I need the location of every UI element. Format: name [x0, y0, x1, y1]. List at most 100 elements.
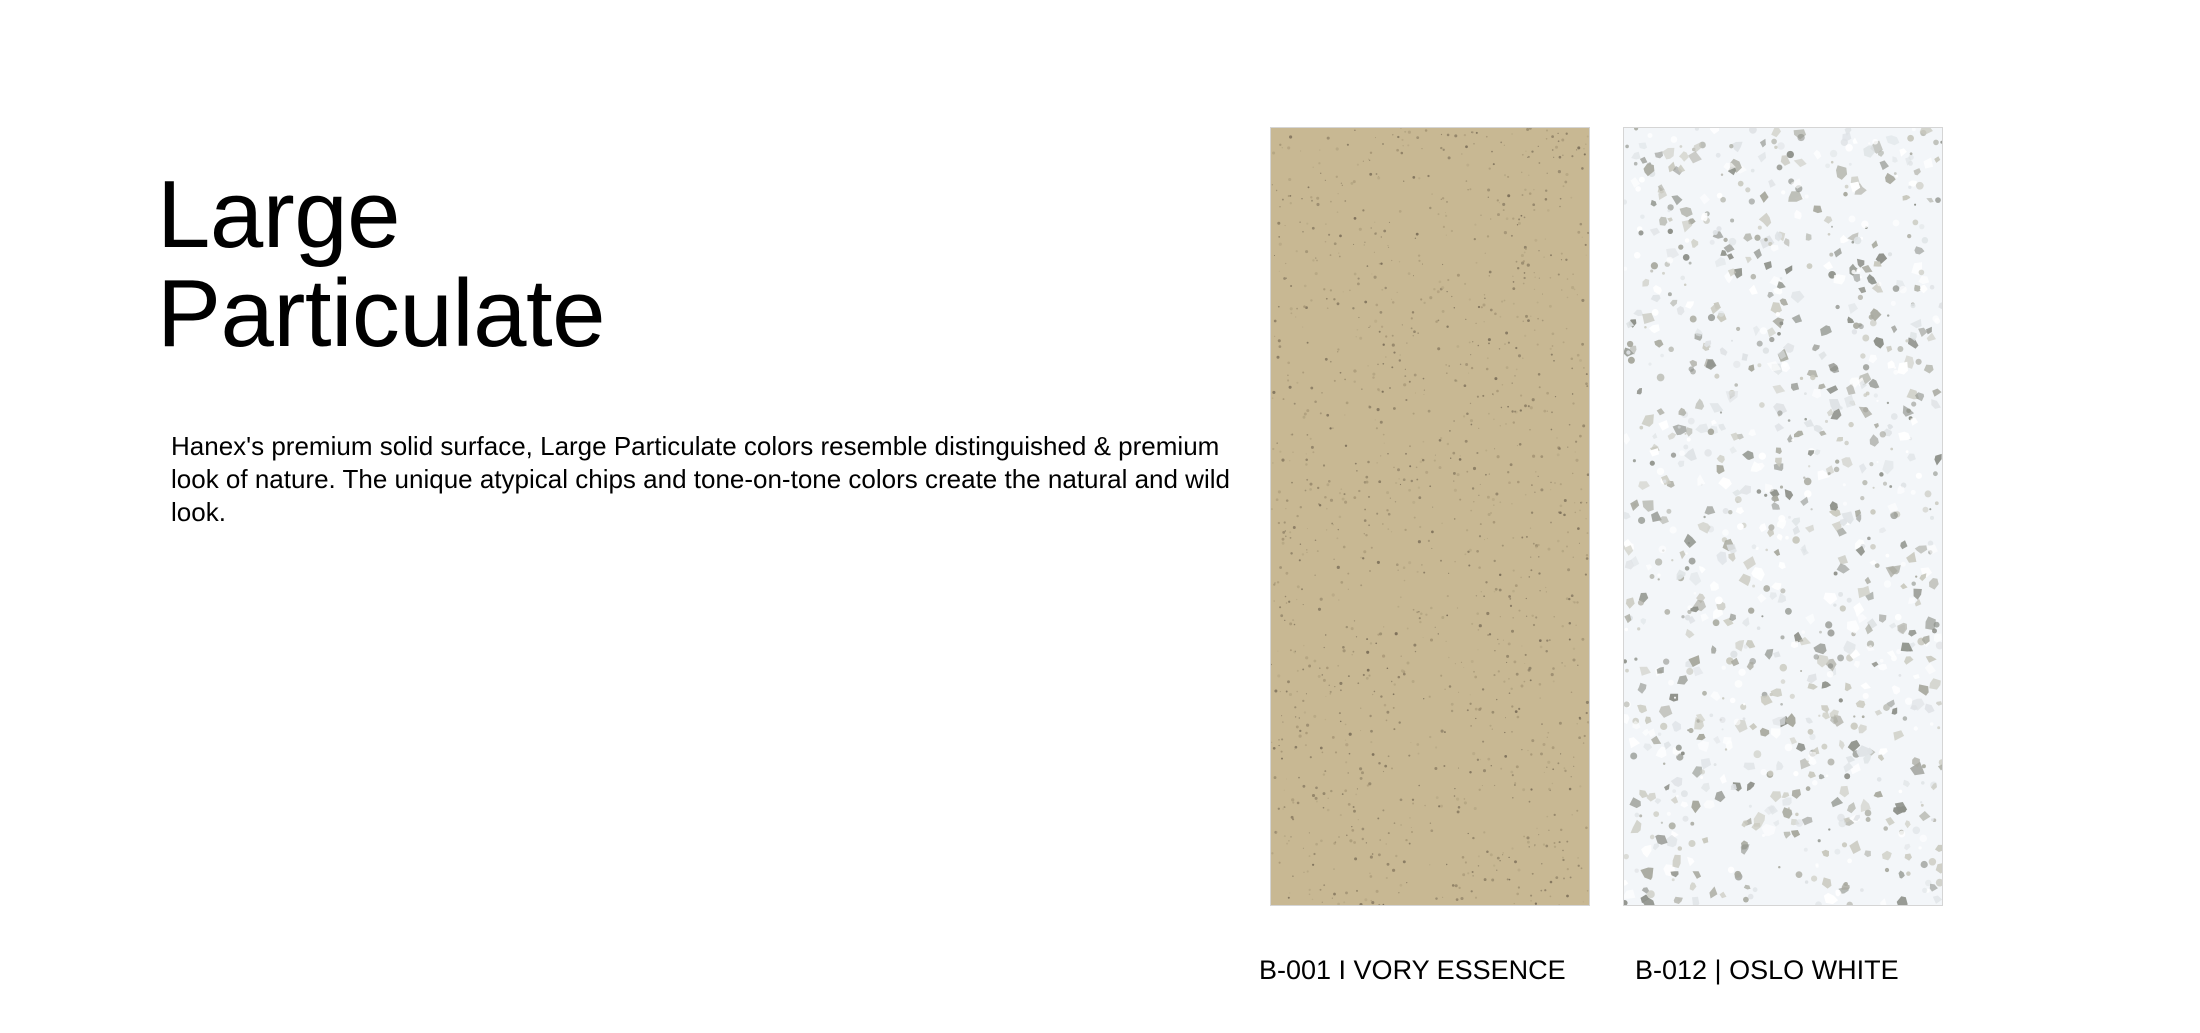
swatch-speck: [1748, 607, 1755, 614]
swatch-speck: [1574, 502, 1576, 504]
swatch-speck: [1278, 744, 1280, 747]
swatch-speck: [1922, 506, 1929, 513]
swatch-speck: [1385, 876, 1388, 880]
swatch-speck: [1500, 767, 1503, 770]
swatch-speck: [1397, 135, 1400, 139]
swatch-speck: [1314, 539, 1317, 542]
swatch-speck: [1393, 407, 1396, 410]
swatch-speck: [1472, 875, 1474, 877]
swatch-speck: [1524, 247, 1527, 250]
swatch-speck: [1391, 301, 1395, 304]
swatch-speck: [1521, 536, 1524, 539]
swatch-speck: [1433, 459, 1436, 462]
swatch-speck: [1430, 606, 1433, 610]
swatch-speck: [1429, 822, 1432, 824]
swatch-speck: [1502, 852, 1504, 854]
swatch-speck: [1418, 259, 1421, 262]
swatch-speck: [1446, 291, 1448, 293]
swatch-speck: [1657, 573, 1661, 577]
swatch-speck: [1534, 491, 1536, 493]
swatch-speck: [1654, 558, 1663, 566]
swatch-speck: [1309, 482, 1313, 486]
swatch-speck: [1756, 340, 1763, 347]
swatch-speck: [1371, 853, 1374, 855]
swatch-speck: [1289, 649, 1292, 652]
swatch-speck: [1291, 798, 1295, 802]
swatch-speck: [1427, 174, 1430, 178]
swatch-speck: [1393, 728, 1396, 731]
swatch-speck: [1471, 871, 1474, 873]
swatch-speck: [1553, 156, 1555, 158]
swatch-speck: [1760, 768, 1767, 776]
swatch-speck: [1633, 161, 1638, 166]
swatch-speck: [1386, 862, 1390, 866]
swatch-speck: [1328, 480, 1331, 483]
swatch-speck: [1275, 498, 1279, 502]
swatch-speck: [1379, 311, 1383, 314]
swatch-speck: [1418, 617, 1421, 620]
swatch-speck: [1319, 597, 1323, 601]
swatch-speck: [1502, 854, 1504, 856]
swatch-speck: [1660, 353, 1664, 358]
swatch-speck: [1344, 789, 1348, 793]
swatch-speck: [1777, 331, 1781, 336]
swatch-speck: [1435, 746, 1438, 749]
swatch-speck: [1834, 848, 1841, 855]
swatch-speck: [1544, 238, 1546, 240]
swatch-speck: [1277, 305, 1280, 308]
swatch-speck: [1549, 277, 1552, 279]
swatch-speck: [1362, 209, 1365, 212]
swatch-speck: [1340, 182, 1343, 184]
swatch-speck: [1453, 795, 1456, 797]
swatch-speck: [1826, 670, 1834, 678]
swatch-speck: [1528, 576, 1531, 578]
swatch-speck: [1562, 154, 1564, 156]
swatch-speck: [1528, 846, 1530, 848]
swatch-speck: [1748, 804, 1752, 808]
swatch-speck: [1350, 627, 1354, 631]
swatch-speck: [1879, 431, 1886, 438]
swatch-speck: [1736, 500, 1739, 504]
swatch-speck: [1851, 240, 1855, 244]
swatch-speck: [1398, 261, 1401, 263]
swatch-speck: [1768, 524, 1775, 531]
swatch-speck: [1463, 384, 1467, 388]
swatch-speck: [1422, 377, 1425, 380]
swatch-speck: [1316, 202, 1320, 207]
swatch-speck: [1472, 466, 1477, 471]
swatch-speck: [1579, 222, 1583, 226]
swatch-speck: [1667, 209, 1671, 213]
swatch-speck: [1404, 368, 1406, 370]
swatch-speck: [1663, 658, 1670, 665]
swatch-speck: [1454, 884, 1458, 888]
swatch-speck: [1757, 225, 1762, 230]
swatch-speck: [1827, 472, 1831, 475]
swatch-speck: [1380, 262, 1383, 265]
swatch-speck: [1484, 297, 1486, 299]
swatch-speck: [1709, 713, 1714, 718]
swatch-speck: [1533, 188, 1535, 191]
swatch-speck: [1329, 427, 1332, 430]
swatch-speck: [1470, 423, 1473, 426]
swatch-speck: [1576, 723, 1578, 725]
swatch-speck: [1421, 564, 1423, 566]
swatch-speck: [1487, 338, 1491, 342]
swatch-speck: [1294, 716, 1297, 718]
swatch-speck: [1530, 569, 1533, 572]
swatch-speck: [1477, 865, 1480, 867]
swatch-speck: [1660, 722, 1668, 731]
swatch-speck: [1412, 500, 1416, 504]
swatch-speck: [1404, 130, 1407, 133]
swatch-speck: [1336, 302, 1340, 306]
swatch-speck: [1860, 888, 1864, 892]
swatch-speck: [1408, 754, 1411, 757]
swatch-speck: [1856, 268, 1861, 273]
swatch-speck: [1356, 328, 1359, 331]
swatch-speck: [1563, 499, 1567, 502]
swatch-speck: [1577, 664, 1579, 667]
swatch-speck: [1815, 863, 1819, 867]
swatch-speck: [1273, 335, 1276, 338]
swatch-speck: [1305, 693, 1307, 695]
swatch-speck: [1572, 273, 1574, 275]
swatch-speck: [1762, 834, 1765, 837]
